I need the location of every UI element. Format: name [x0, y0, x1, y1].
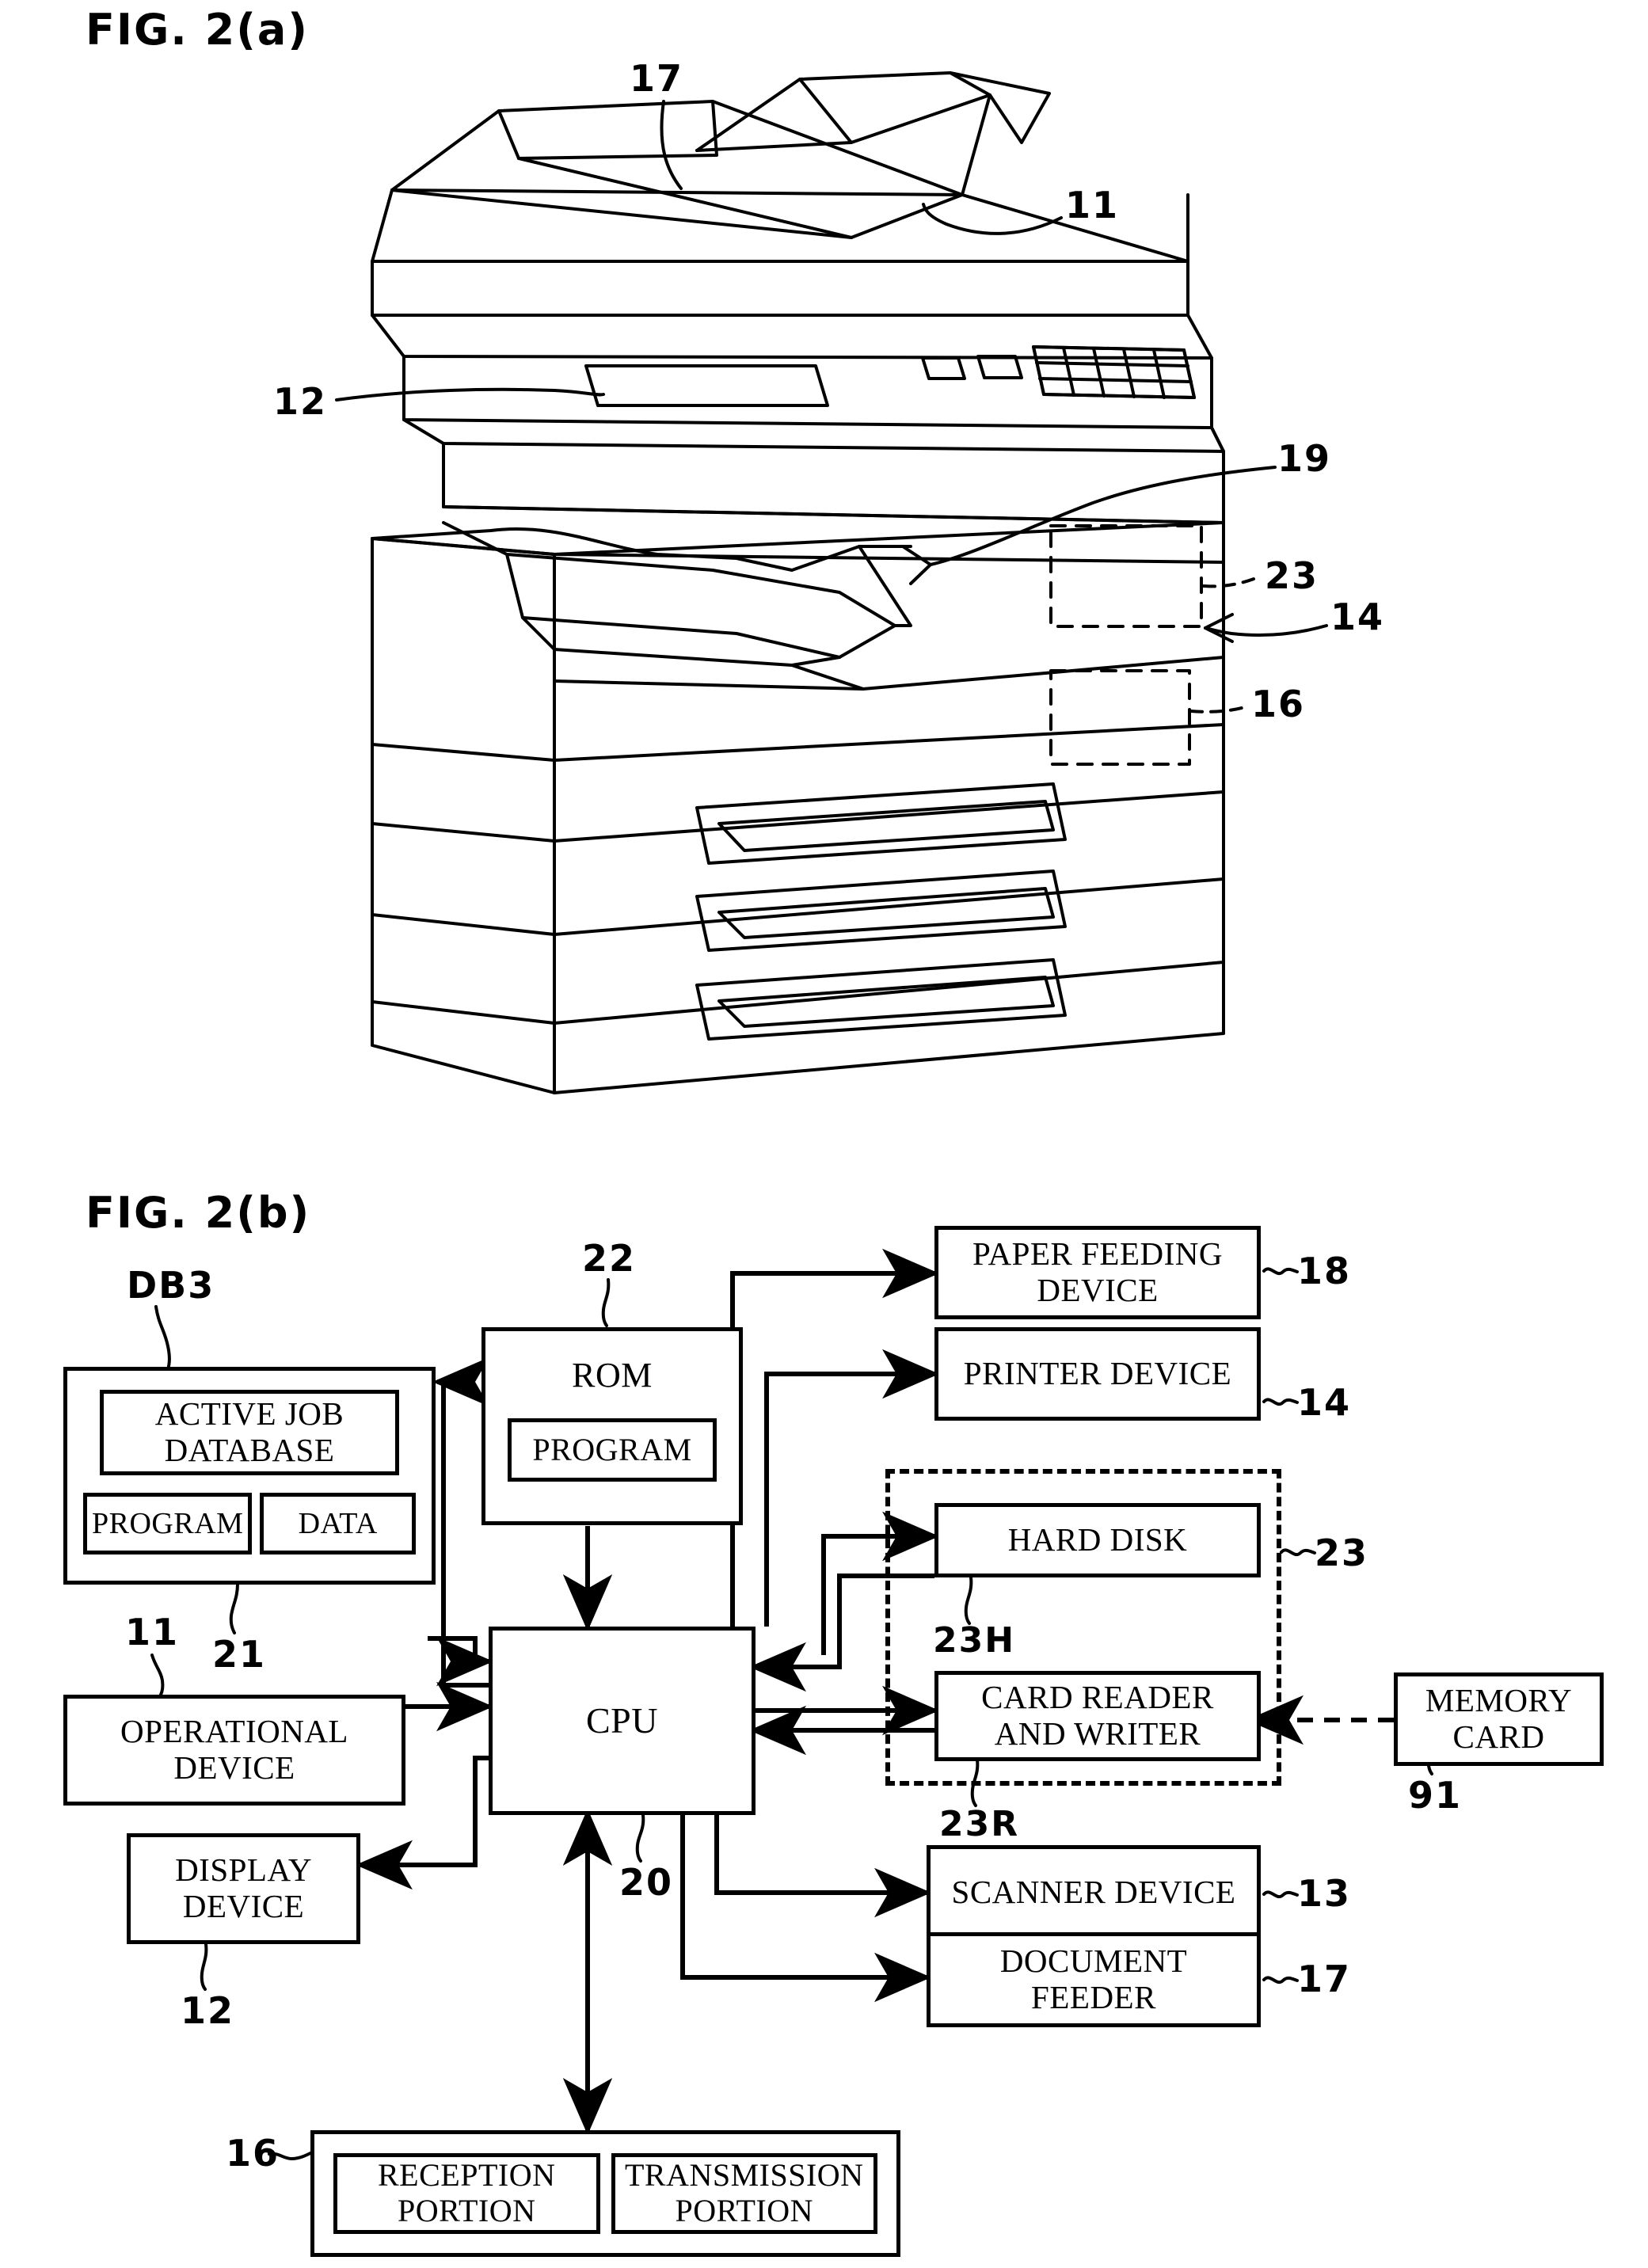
- display-device-box: DISPLAY DEVICE: [127, 1833, 360, 1944]
- scanner-device-box: SCANNER DEVICE: [927, 1845, 1261, 1940]
- cpu-box: CPU: [489, 1627, 755, 1815]
- callout-12-fig-a: 12: [273, 380, 328, 423]
- active-job-database-box: ACTIVE JOB DATABASE: [100, 1390, 399, 1475]
- card-reader-and-writer-label: CARD READER AND WRITER: [981, 1679, 1214, 1752]
- callout-19-fig-a: 19: [1277, 437, 1332, 480]
- ref-db3: DB3: [127, 1264, 215, 1307]
- scanner-device-label: SCANNER DEVICE: [951, 1874, 1236, 1911]
- ref-23-group: 23: [1315, 1532, 1369, 1574]
- transmission-portion-box: TRANSMISSION PORTION: [611, 2153, 877, 2234]
- ref-20: 20: [619, 1861, 674, 1904]
- rom-box: ROM PROGRAM: [481, 1327, 743, 1525]
- ref-12: 12: [181, 1989, 235, 2032]
- rom-program-box: PROGRAM: [508, 1418, 717, 1482]
- document-feeder-label: DOCUMENT FEEDER: [999, 1943, 1188, 2015]
- callout-11-fig-a: 11: [1065, 184, 1120, 226]
- patent-figure-page: FIG. 2(a) 17 11 12 19 23 14 16 FIG. 2(b)…: [0, 0, 1648, 2268]
- printer-device-label: PRINTER DEVICE: [963, 1355, 1232, 1392]
- ref-11: 11: [125, 1611, 180, 1653]
- card-reader-and-writer-box: CARD READER AND WRITER: [934, 1671, 1261, 1761]
- callout-17-fig-a: 17: [630, 57, 684, 100]
- document-feeder-box: DOCUMENT FEEDER: [927, 1932, 1261, 2027]
- ref-23h: 23H: [933, 1620, 1016, 1661]
- ram-data-box: DATA: [260, 1493, 416, 1554]
- ram-data-label: DATA: [298, 1506, 378, 1540]
- paper-feeding-device-box: PAPER FEEDING DEVICE: [934, 1226, 1261, 1319]
- memory-card-label: MEMORY CARD: [1425, 1682, 1573, 1755]
- display-device-label: DISPLAY DEVICE: [175, 1851, 312, 1924]
- printer-device-box: PRINTER DEVICE: [934, 1327, 1261, 1421]
- figure-b-caption: FIG. 2(b): [86, 1188, 311, 1238]
- active-job-database-label: ACTIVE JOB DATABASE: [154, 1395, 344, 1468]
- ram-group: ACTIVE JOB DATABASE PROGRAM DATA: [63, 1367, 436, 1585]
- callout-23-fig-a: 23: [1265, 554, 1319, 597]
- ram-program-label: PROGRAM: [92, 1506, 244, 1540]
- reception-portion-box: RECEPTION PORTION: [333, 2153, 600, 2234]
- callout-14-fig-a: 14: [1330, 596, 1385, 638]
- ref-13: 13: [1297, 1872, 1352, 1915]
- communication-unit-group: RECEPTION PORTION TRANSMISSION PORTION: [310, 2130, 900, 2257]
- ref-14: 14: [1297, 1381, 1352, 1424]
- reception-portion-label: RECEPTION PORTION: [378, 2157, 556, 2228]
- figure-a-caption: FIG. 2(a): [86, 5, 309, 55]
- cpu-label: CPU: [586, 1700, 658, 1741]
- ref-23r: 23R: [939, 1804, 1020, 1844]
- transmission-portion-label: TRANSMISSION PORTION: [624, 2157, 864, 2228]
- ref-16: 16: [226, 2132, 280, 2175]
- ref-17: 17: [1297, 1958, 1352, 2000]
- ram-program-box: PROGRAM: [83, 1493, 253, 1554]
- hard-disk-label: HARD DISK: [1007, 1521, 1188, 1558]
- paper-feeding-device-label: PAPER FEEDING DEVICE: [972, 1235, 1223, 1308]
- rom-label: ROM: [572, 1356, 653, 1395]
- ref-22: 22: [582, 1237, 637, 1280]
- ref-18: 18: [1297, 1250, 1352, 1292]
- memory-card-box: MEMORY CARD: [1394, 1672, 1604, 1766]
- hard-disk-box: HARD DISK: [934, 1503, 1261, 1577]
- rom-program-label: PROGRAM: [532, 1431, 692, 1467]
- callout-16-fig-a: 16: [1251, 683, 1306, 725]
- ref-21: 21: [212, 1633, 267, 1676]
- operational-device-box: OPERATIONAL DEVICE: [63, 1695, 405, 1806]
- ref-91: 91: [1408, 1774, 1463, 1817]
- operational-device-label: OPERATIONAL DEVICE: [120, 1713, 348, 1786]
